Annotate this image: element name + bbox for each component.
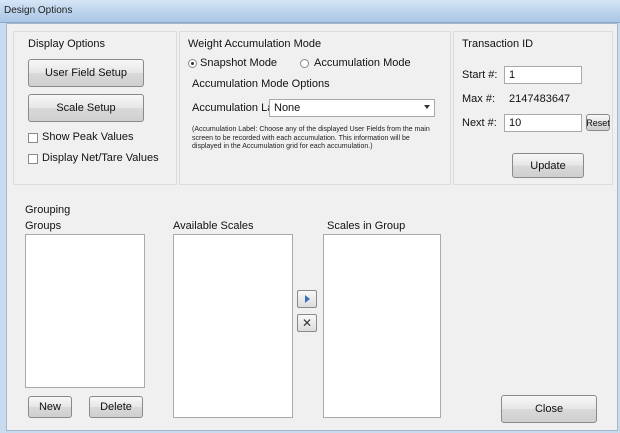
available-scales-listbox[interactable]: [173, 234, 293, 418]
next-number-field[interactable]: 10: [504, 114, 582, 132]
accumulation-mode-label: Accumulation Mode: [314, 57, 411, 69]
groups-listbox[interactable]: [25, 234, 145, 388]
accumulation-label-select[interactable]: None: [269, 99, 435, 117]
scales-in-group-listbox[interactable]: [323, 234, 441, 418]
accumulation-mode-radio[interactable]: [300, 59, 309, 68]
show-peak-values-label: Show Peak Values: [42, 131, 134, 143]
grouping-title: Grouping: [25, 204, 71, 216]
transaction-id-title: Transaction ID: [462, 38, 534, 50]
next-number-label: Next #:: [462, 117, 497, 129]
accumulation-note: (Accumulation Label: Choose any of the d…: [192, 126, 430, 150]
delete-group-button[interactable]: Delete: [89, 396, 143, 418]
accumulation-options-title: Accumulation Mode Options: [192, 78, 330, 90]
transaction-id-group: Transaction ID Start #: 1 Max #: 2147483…: [453, 31, 613, 185]
max-number-label: Max #:: [462, 93, 496, 105]
groups-label: Groups: [25, 220, 62, 232]
display-options-title: Display Options: [28, 38, 106, 50]
window-title: Design Options: [4, 5, 73, 16]
chevron-down-icon: [424, 105, 430, 109]
accumulation-label-value: None: [274, 102, 301, 114]
display-options-group: Display Options User Field Setup Scale S…: [13, 31, 177, 185]
available-scales-label: Available Scales: [173, 220, 254, 232]
remove-scale-button[interactable]: ✕: [297, 314, 317, 332]
start-number-field[interactable]: 1: [504, 66, 582, 84]
add-scale-button[interactable]: [297, 290, 317, 308]
title-bar: Design Options: [0, 0, 620, 23]
snapshot-mode-label: Snapshot Mode: [200, 57, 278, 69]
close-button[interactable]: Close: [501, 395, 597, 423]
max-number-field[interactable]: 2147483647: [504, 90, 582, 108]
scales-in-group-label: Scales in Group: [327, 220, 406, 232]
display-net-tare-label: Display Net/Tare Values: [42, 152, 159, 164]
weight-accumulation-group: Weight Accumulation Mode Snapshot Mode A…: [179, 31, 451, 185]
scale-setup-button[interactable]: Scale Setup: [28, 94, 144, 122]
start-number-label: Start #:: [462, 69, 498, 81]
weight-accumulation-title: Weight Accumulation Mode: [188, 38, 322, 50]
new-group-button[interactable]: New: [28, 396, 72, 418]
show-peak-values-checkbox[interactable]: [28, 133, 38, 143]
update-button[interactable]: Update: [512, 153, 584, 178]
snapshot-mode-radio[interactable]: [188, 59, 197, 68]
arrow-right-icon: [304, 295, 310, 303]
user-field-setup-button[interactable]: User Field Setup: [28, 59, 144, 87]
reset-button[interactable]: Reset: [586, 114, 610, 131]
display-net-tare-checkbox[interactable]: [28, 154, 38, 164]
dialog-client: Display Options User Field Setup Scale S…: [6, 23, 618, 431]
x-icon: ✕: [301, 316, 313, 330]
